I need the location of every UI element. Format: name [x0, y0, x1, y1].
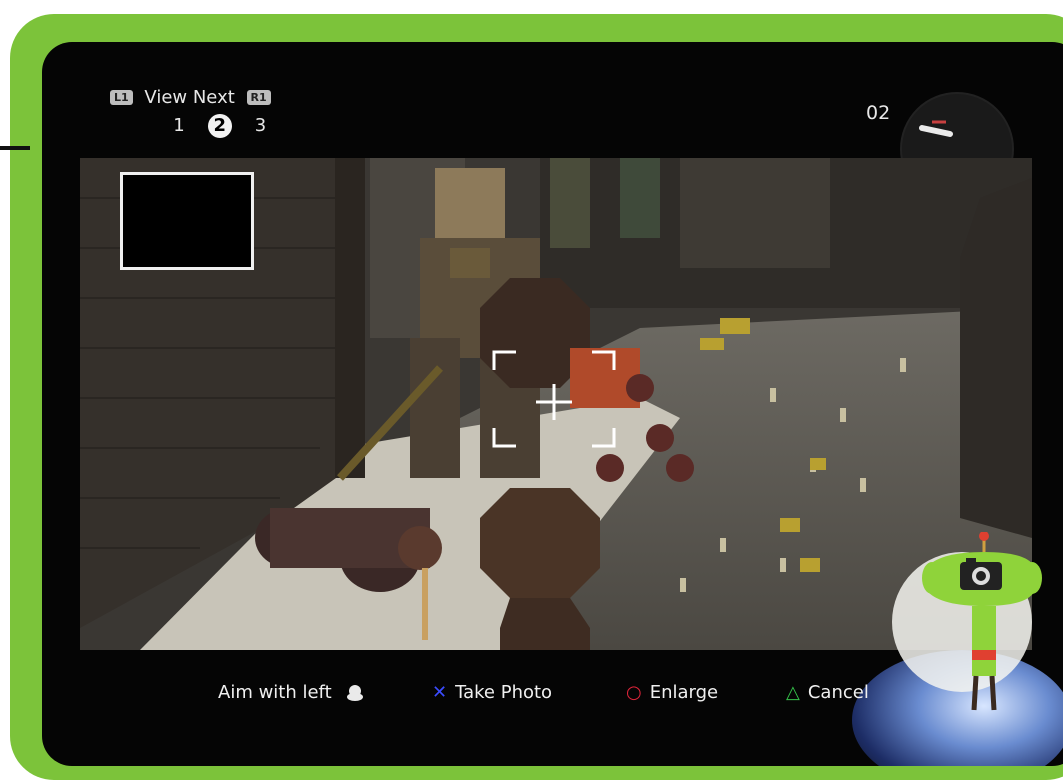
take-photo-label: Take Photo	[455, 682, 553, 703]
circle-button-icon: ○	[626, 682, 642, 703]
page-1[interactable]: 1	[166, 115, 192, 136]
aim-prompt-label: Aim with left	[218, 682, 332, 703]
view-next-label: View Next	[144, 86, 235, 108]
take-photo-prompt[interactable]: ✕ Take Photo	[432, 682, 552, 703]
page-2-active[interactable]: 2	[207, 114, 232, 138]
photo-preview-box	[120, 172, 254, 270]
cancel-prompt[interactable]: △ Cancel	[786, 682, 869, 703]
game-screen: L1 View Next R1 1 2 3 02 Aim with left ✕…	[42, 42, 1063, 766]
cancel-label: Cancel	[807, 682, 869, 703]
photo-counter: 02	[866, 102, 891, 124]
l1-button-tag: L1	[110, 89, 133, 105]
enlarge-label: Enlarge	[649, 682, 719, 703]
photo-page-selector[interactable]: 1 2 3	[166, 114, 283, 138]
view-next-hint: L1 View Next R1	[110, 86, 271, 108]
control-prompts: Aim with left ✕ Take Photo ○ Enlarge △ Canc…	[42, 682, 1063, 722]
enlarge-prompt[interactable]: ○ Enlarge	[626, 682, 718, 703]
divider-line	[0, 146, 30, 150]
aim-prompt: Aim with left	[218, 682, 365, 703]
page-3[interactable]: 3	[247, 115, 273, 136]
cross-button-icon: ✕	[432, 682, 448, 703]
analog-stick-icon	[347, 685, 364, 701]
triangle-button-icon: △	[786, 682, 800, 703]
r1-button-tag: R1	[246, 89, 271, 105]
